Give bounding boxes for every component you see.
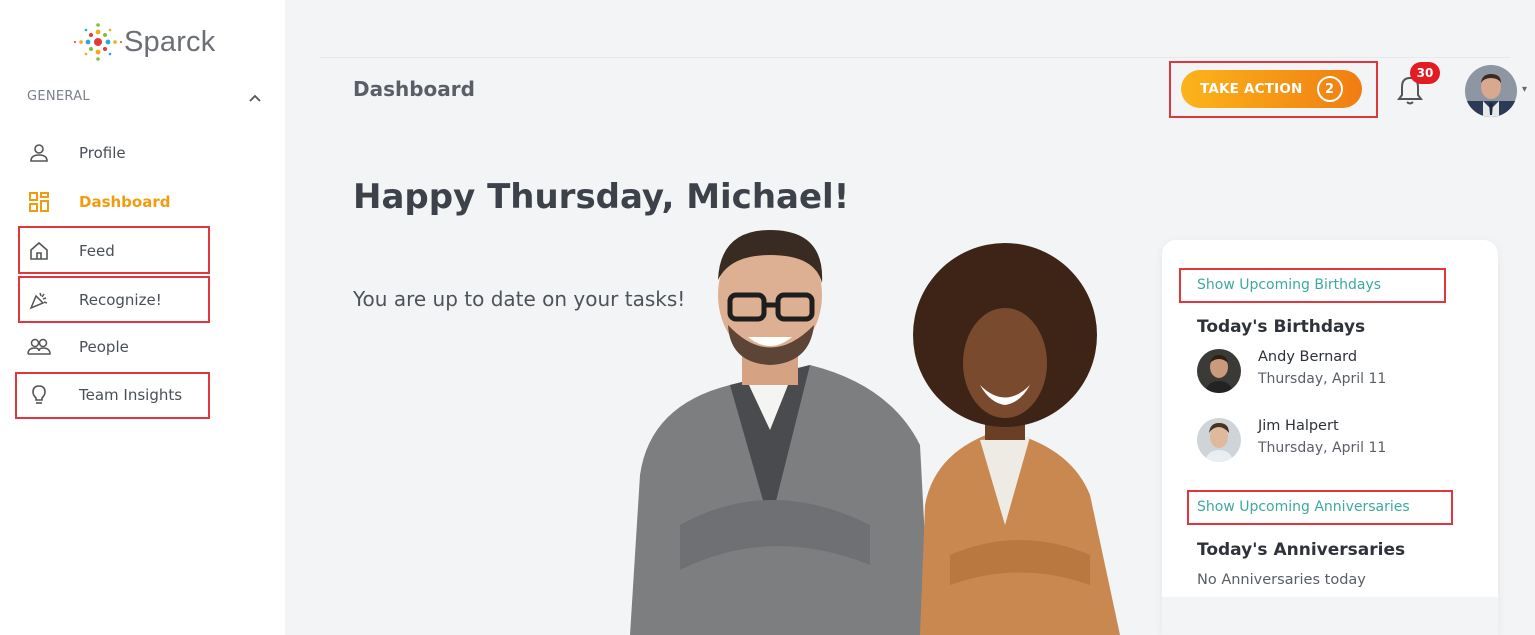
sidebar-item-profile[interactable]: Profile bbox=[0, 130, 285, 176]
list-item[interactable]: Andy Bernard Thursday, April 11 bbox=[1197, 347, 1477, 395]
card-bottom-mask bbox=[1162, 597, 1498, 635]
highlight-upcoming-anniversaries bbox=[1187, 490, 1453, 525]
highlight-recognize bbox=[18, 276, 210, 323]
todays-birthdays-heading: Today's Birthdays bbox=[1197, 317, 1366, 337]
avatar bbox=[1197, 418, 1241, 462]
sidebar-item-label: Profile bbox=[79, 144, 126, 162]
section-title-general: GENERAL bbox=[27, 89, 90, 104]
highlight-upcoming-birthdays bbox=[1179, 268, 1446, 303]
chevron-down-icon[interactable]: ▾ bbox=[1522, 84, 1527, 95]
person-date: Thursday, April 11 bbox=[1258, 440, 1387, 456]
greeting-heading: Happy Thursday, Michael! bbox=[353, 177, 850, 217]
chevron-up-icon[interactable] bbox=[245, 88, 265, 108]
highlight-feed bbox=[18, 226, 210, 274]
sparck-logo[interactable]: Sparck bbox=[70, 14, 230, 70]
avatar[interactable] bbox=[1465, 65, 1517, 117]
sidebar-item-people[interactable]: People bbox=[0, 324, 285, 370]
hero-people-illustration bbox=[630, 230, 1120, 635]
highlight-take-action bbox=[1169, 61, 1378, 118]
todays-anniversaries-heading: Today's Anniversaries bbox=[1197, 540, 1406, 560]
sidebar-item-label: People bbox=[79, 338, 129, 356]
person-date: Thursday, April 11 bbox=[1258, 371, 1387, 387]
avatar bbox=[1197, 349, 1241, 393]
person-name: Jim Halpert bbox=[1258, 418, 1339, 434]
header-divider bbox=[320, 57, 1510, 58]
highlight-team-insights bbox=[15, 372, 210, 419]
person-name: Andy Bernard bbox=[1258, 349, 1358, 365]
sidebar-item-dashboard[interactable]: Dashboard bbox=[0, 179, 285, 225]
notification-count-badge: 30 bbox=[1410, 62, 1440, 84]
brand-name: Sparck bbox=[124, 25, 216, 58]
sidebar-item-label: Dashboard bbox=[79, 193, 171, 211]
list-item[interactable]: Jim Halpert Thursday, April 11 bbox=[1197, 416, 1477, 464]
people-icon bbox=[27, 335, 51, 359]
no-anniversaries-message: No Anniversaries today bbox=[1197, 572, 1366, 588]
sparck-logo-icon bbox=[74, 23, 122, 61]
sidebar: Sparck GENERAL Profile Dashboard Feed Re… bbox=[0, 0, 285, 635]
page-title: Dashboard bbox=[353, 77, 475, 101]
user-icon bbox=[27, 141, 51, 165]
grid-icon bbox=[27, 190, 51, 214]
